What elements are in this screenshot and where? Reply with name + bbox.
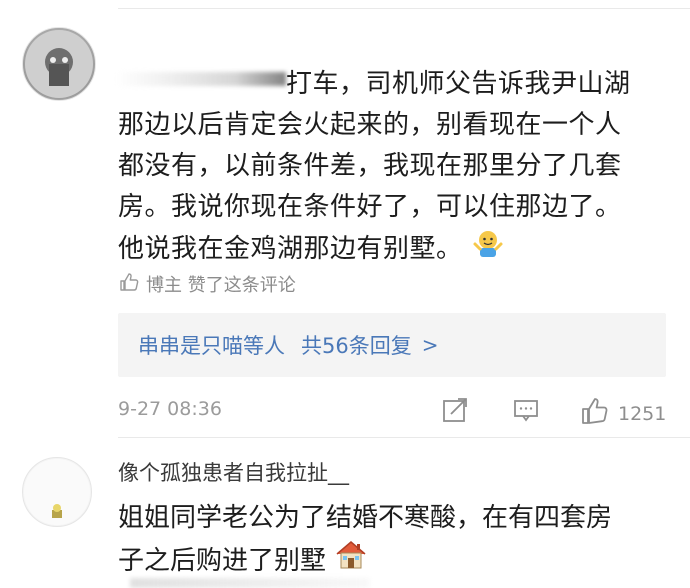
chevron-right-icon: > <box>421 333 439 357</box>
share-icon <box>441 396 469 429</box>
comment-line: 姐姐同学老公为了结婚不寒酸，在有四套房 <box>118 503 613 533</box>
author-liked-row: 博主 赞了这条评论 <box>118 270 296 298</box>
like-button[interactable]: 1251 <box>580 396 666 431</box>
reply-count: 共56条回复 <box>301 334 412 358</box>
reply-users: 串串是只喵等人 <box>138 334 285 358</box>
like-count: 1251 <box>618 402 667 425</box>
comment-button[interactable] <box>512 396 540 429</box>
comment-line: 他说我在金鸡湖那边有别墅。 <box>118 234 463 264</box>
avatar-image <box>25 30 93 98</box>
comment-actions: 9-27 08:36 1251 <box>118 396 678 426</box>
comment-line: 房。我说你现在条件好了，可以住那边了。 <box>118 192 622 222</box>
comment-line: 打车，司机师父告诉我尹山湖 <box>286 69 631 99</box>
commenter-name[interactable]: 像个孤独患者自我拉扯__ <box>118 457 349 487</box>
shrug-emoji-icon <box>471 228 505 271</box>
comment-line: 那边以后肯定会火起来的，别看现在一个人 <box>118 110 622 140</box>
avatar[interactable] <box>22 457 92 527</box>
timestamp: 9-27 08:36 <box>118 398 222 420</box>
liked-label: 博主 赞了这条评论 <box>146 275 296 296</box>
share-button[interactable] <box>441 396 469 429</box>
comment-text: 打车，司机师父告诉我尹山湖 那边以后肯定会火起来的，别看现在一个人 都没有，以前… <box>118 64 678 271</box>
comment-line: 子之后购进了别墅 <box>118 546 327 576</box>
replies-link[interactable]: 串串是只喵等人 共56条回复 > <box>118 313 666 377</box>
comment-text: 姐姐同学老公为了结婚不寒酸，在有四套房 子之后购进了别墅 <box>118 498 678 584</box>
avatar[interactable] <box>22 27 96 101</box>
comment-divider <box>118 437 690 438</box>
comment-line: 都没有，以前条件差，我现在那里分了几套 <box>118 151 622 181</box>
avatar-image <box>24 459 90 525</box>
top-divider <box>118 8 690 9</box>
thumb-up-icon <box>580 396 610 431</box>
thumb-up-icon <box>118 271 140 298</box>
comment-icon <box>512 396 540 429</box>
